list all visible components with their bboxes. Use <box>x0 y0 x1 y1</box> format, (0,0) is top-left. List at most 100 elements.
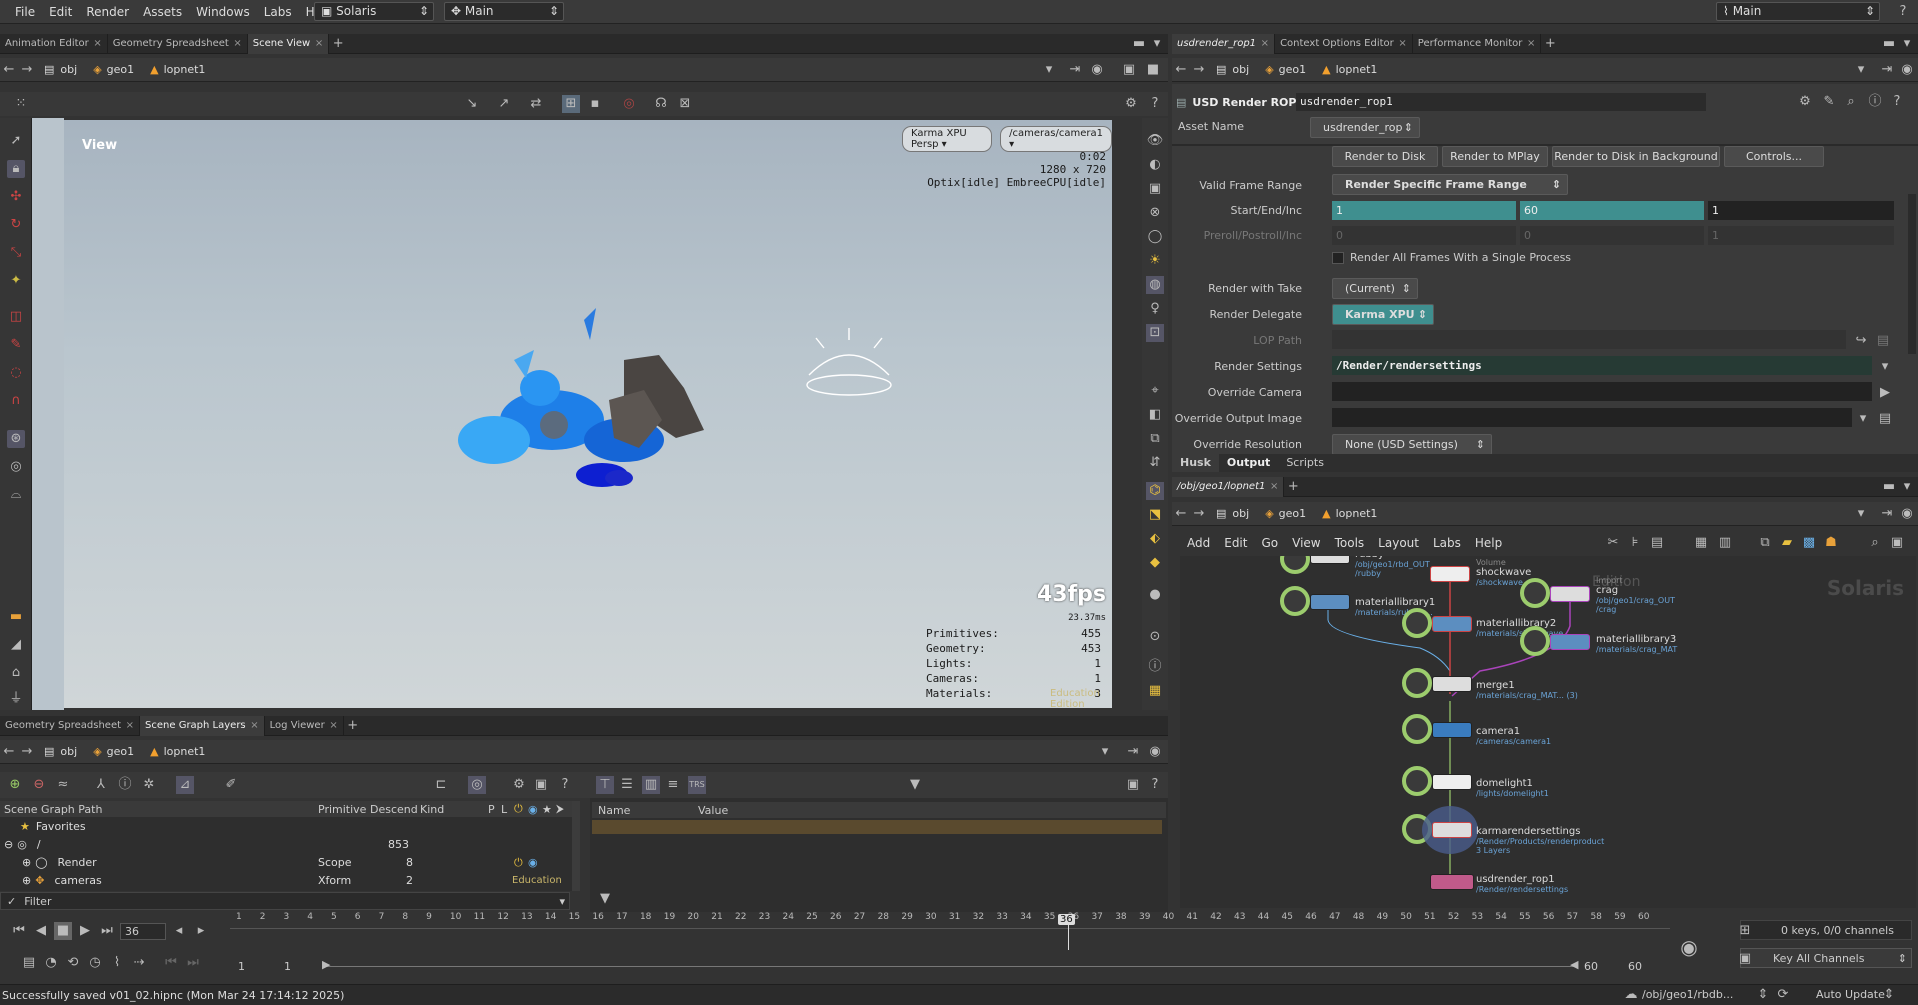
node-flag-icon[interactable] <box>1280 586 1310 616</box>
net-menu-layout[interactable]: Layout <box>1371 531 1426 555</box>
end-frame-field[interactable]: 60 <box>1520 201 1704 220</box>
network-canvas[interactable]: Solaris Edition rubby/obj/geo1/rbd_OUT /… <box>1180 556 1916 908</box>
brush-icon[interactable]: ✐ <box>222 776 240 794</box>
node-flag-icon[interactable] <box>1402 714 1432 744</box>
cloud-icon[interactable]: ☁ <box>1622 986 1640 1004</box>
net-menu-help[interactable]: Help <box>1468 531 1509 555</box>
key-all-dropdown[interactable]: Key All Channels ⇕ <box>1740 948 1912 968</box>
visibility-icon[interactable]: 👁︎ <box>1146 132 1164 150</box>
edit-icon[interactable]: ◫ <box>7 308 25 326</box>
postroll-field[interactable]: 0 <box>1520 226 1704 245</box>
delegate-dropdown[interactable]: Karma XPU ⇕ <box>1332 304 1434 325</box>
context-dropdown[interactable]: ✥ Main ⇕ <box>444 2 564 21</box>
node-flag-icon[interactable] <box>1402 608 1432 638</box>
breadcrumb-lop[interactable]: ▲ lopnet1 <box>1314 61 1385 79</box>
flip-icon[interactable]: ⇵ <box>1146 454 1164 472</box>
maximize-icon[interactable]: ■ <box>1144 61 1162 79</box>
play-arrow-icon[interactable]: ▶ <box>1876 384 1894 402</box>
image-icon[interactable]: ▩ <box>1800 534 1818 552</box>
single-process-checkbox[interactable] <box>1332 252 1344 264</box>
menu-windows[interactable]: Windows <box>189 0 257 24</box>
net-menu-labs[interactable]: Labs <box>1426 531 1468 555</box>
subtab-scripts[interactable]: Scripts <box>1278 454 1332 472</box>
preroll-inc-field[interactable]: 1 <box>1708 226 1894 245</box>
keyframe-icon[interactable]: ⊞ <box>1736 922 1754 940</box>
asset-name-dropdown[interactable]: usdrender_rop ⇕ <box>1310 117 1420 138</box>
add-tab-icon[interactable]: + <box>329 35 347 53</box>
grid-icon[interactable]: ▦ <box>1146 682 1164 700</box>
add-prim-icon[interactable]: ⊕ <box>6 776 24 794</box>
jump-start-icon[interactable]: ⏮ <box>10 922 28 940</box>
prev-key-icon[interactable]: ◂ <box>170 922 188 940</box>
palette-icon[interactable]: ☗ <box>1822 534 1840 552</box>
breadcrumb-obj[interactable]: ▤ obj <box>1208 505 1257 523</box>
node-camera1[interactable] <box>1432 722 1472 738</box>
brush-icon[interactable]: ✎ <box>7 336 25 354</box>
menu-labs[interactable]: Labs <box>257 0 299 24</box>
settings-icon[interactable]: ✲ <box>140 776 158 794</box>
active-icon[interactable]: ⏻ <box>514 856 523 870</box>
viewport[interactable]: 🎥︎ View Karma XPU Persp ▾ /cameras/camer… <box>42 120 1112 710</box>
range-end[interactable]: 60 <box>1584 960 1598 973</box>
help-icon[interactable]: ? <box>556 776 574 794</box>
select-tool-icon[interactable]: ↘ <box>463 95 481 113</box>
close-icon[interactable]: × <box>329 716 337 736</box>
tree-row-favorites[interactable]: ★ Favorites <box>0 819 475 834</box>
info-icon[interactable]: ⓘ <box>116 776 134 794</box>
node-merge1[interactable] <box>1432 676 1472 692</box>
start-frame[interactable]: 1 <box>238 960 245 973</box>
back-arrow-icon[interactable]: ← <box>1172 61 1190 79</box>
forward-arrow-icon[interactable]: → <box>18 743 36 761</box>
layers-icon[interactable]: ⧉ <box>1146 430 1164 448</box>
pose-icon[interactable]: ✦ <box>7 272 25 290</box>
render-region-icon[interactable]: ⊠ <box>676 95 694 113</box>
expand-icon[interactable]: ⊕ <box>22 874 31 887</box>
node-flag-icon[interactable] <box>1402 766 1432 796</box>
file-chooser-icon[interactable]: ▤ <box>1876 410 1894 428</box>
record-icon[interactable]: ◎ <box>620 95 638 113</box>
breadcrumb-lop[interactable]: ▲ lopnet1 <box>142 743 213 761</box>
gear-icon[interactable]: ⚙ <box>1122 95 1140 113</box>
visible-icon[interactable]: ◉ <box>528 856 538 869</box>
guide-icon[interactable]: ⌬ <box>1146 482 1164 500</box>
gear-icon[interactable]: ⚙ <box>1796 93 1814 111</box>
output-image-field[interactable] <box>1332 408 1852 427</box>
col-p[interactable]: P <box>488 803 495 816</box>
target-icon[interactable]: ◎ <box>468 776 486 794</box>
lop-path-field[interactable] <box>1332 330 1846 349</box>
dial-icon[interactable]: ◉ <box>1680 937 1698 957</box>
filter-tree-icon[interactable]: ⅄ <box>92 776 110 794</box>
tab-scene-graph-layers[interactable]: Scene Graph Layers × <box>140 715 265 736</box>
range-start-handle[interactable]: ▶ <box>322 958 330 971</box>
light-link-icon[interactable]: ◍ <box>1146 276 1164 294</box>
tree-icon[interactable]: ⊧ <box>1626 534 1644 552</box>
pin-icon[interactable]: ⇥ <box>1066 61 1084 79</box>
properties-selected-row[interactable] <box>592 820 1162 834</box>
tab-usdrender-rop1[interactable]: usdrender_rop1 × <box>1172 33 1276 54</box>
expand-icon[interactable]: ⊕ <box>22 856 31 869</box>
resolution-dropdown[interactable]: None (USD Settings) ⇕ <box>1332 434 1492 455</box>
search-icon[interactable]: ⌕ <box>1866 534 1884 552</box>
col-l[interactable]: L <box>501 803 507 816</box>
lighting-icon[interactable]: ◐ <box>1146 156 1164 174</box>
rotate-icon[interactable]: ↻ <box>7 216 25 234</box>
breadcrumb-lop[interactable]: ▲ lopnet1 <box>142 61 213 79</box>
shelf-icon[interactable]: ▬ <box>7 608 25 626</box>
camera-icon[interactable]: ▣ <box>532 776 550 794</box>
handle-tool-icon[interactable]: ⇄ <box>527 95 545 113</box>
net-menu-edit[interactable]: Edit <box>1217 531 1254 555</box>
pane-menu-icon[interactable]: ▬ <box>1880 35 1898 53</box>
link-icon[interactable]: ◉ <box>1898 505 1916 523</box>
auto-update-dropdown[interactable]: Auto Update <box>1816 988 1885 1001</box>
add-tab-icon[interactable]: + <box>344 717 362 735</box>
render-background-button[interactable]: Render to Disk in Background <box>1552 146 1720 167</box>
node-flag-icon[interactable] <box>1402 668 1432 698</box>
breadcrumb-geo[interactable]: ◈ geo1 <box>1257 505 1314 523</box>
start-frame-field[interactable]: 1 <box>1332 201 1516 220</box>
tab-network[interactable]: /obj/geo1/lopnet1 × <box>1172 476 1285 497</box>
chevron-down-icon[interactable]: ▾ <box>1852 505 1870 523</box>
breadcrumb-geo[interactable]: ◈ geo1 <box>85 61 142 79</box>
col-star-icon[interactable]: ★ <box>542 803 552 816</box>
pane-menu-icon[interactable]: ▬ <box>1130 35 1148 53</box>
filter-bar[interactable]: ✓ Filter ▾ <box>0 892 570 910</box>
